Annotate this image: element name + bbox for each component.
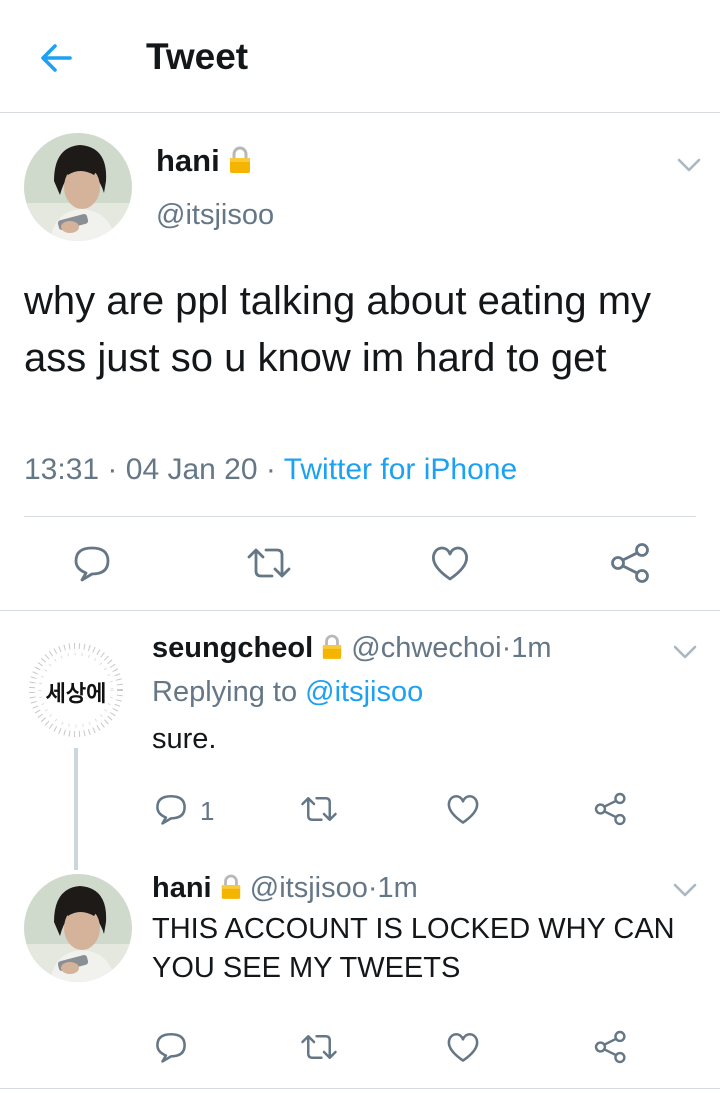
retweet-button[interactable] (246, 543, 292, 583)
avatar[interactable] (24, 874, 132, 982)
heart-icon (447, 1032, 479, 1062)
author-handle[interactable]: @itsjisoo (156, 199, 274, 232)
share-icon (594, 1030, 626, 1064)
divider (24, 516, 696, 517)
author-name-row: hani (156, 143, 252, 179)
avatar[interactable] (24, 133, 132, 241)
share-icon (594, 792, 626, 826)
arrow-left-icon (41, 44, 72, 72)
reply-count: 1 (200, 796, 215, 826)
meta-separator: · (107, 453, 118, 486)
replying-to-handle[interactable]: @itsjisoo (305, 676, 423, 708)
tweet-meta: 13:31 · 04 Jan 20 · Twitter for iPhone (24, 453, 517, 487)
reply-button[interactable] (154, 792, 188, 826)
author-name[interactable]: hani (156, 143, 220, 178)
page-title: Tweet (146, 36, 249, 77)
meta-separator: · (265, 453, 276, 486)
back-button[interactable] (36, 38, 76, 78)
retweet-button[interactable] (300, 1030, 338, 1064)
reply-text: THIS ACCOUNT IS LOCKED WHY CAN YOU SEE M… (152, 913, 675, 984)
reply-icon (156, 1032, 186, 1063)
thread-connector (74, 748, 78, 870)
reply-icon (74, 546, 110, 582)
reply-button[interactable] (154, 1030, 188, 1064)
meta-separator: · (501, 632, 512, 664)
share-icon (611, 543, 649, 583)
meta-separator: · (367, 872, 378, 904)
like-button[interactable] (446, 1030, 480, 1064)
reply-button[interactable] (72, 543, 112, 583)
avatar[interactable]: 세상에 (24, 638, 128, 742)
retweet-button[interactable] (300, 792, 338, 826)
avatar-text: 세상에 (45, 681, 107, 706)
retweet-icon (301, 1035, 337, 1059)
lock-icon (230, 146, 251, 173)
top-bar: Tweet (0, 0, 720, 113)
like-button[interactable] (430, 543, 470, 583)
share-button[interactable] (594, 792, 628, 826)
chevron-down-icon[interactable] (672, 882, 698, 898)
reply-header: seungcheol @chwechoi·1m (152, 632, 552, 665)
reply-icon (156, 794, 186, 825)
share-button[interactable] (594, 1030, 628, 1064)
tweet-text: why are ppl talking about eating my ass … (24, 279, 652, 380)
author-name[interactable]: seungcheol (152, 632, 313, 664)
heart-icon (447, 794, 479, 824)
author-handle[interactable]: @chwechoi (351, 632, 501, 664)
main-tweet: hani @itsjisoo why are ppl talking about… (0, 113, 720, 611)
reply-age: 1m (377, 872, 418, 904)
chevron-down-icon[interactable] (676, 157, 702, 173)
retweet-icon (247, 548, 291, 578)
reply-age: 1m (511, 632, 552, 664)
lock-icon (221, 874, 240, 899)
share-button[interactable] (610, 543, 652, 583)
tweet-date: 04 Jan 20 (125, 453, 258, 486)
author-handle[interactable]: @itsjisoo (250, 872, 368, 904)
heart-icon (432, 546, 468, 581)
author-name[interactable]: hani (152, 872, 212, 904)
lock-icon (323, 634, 342, 659)
divider (0, 1088, 720, 1089)
tweet-time: 13:31 (24, 453, 100, 486)
like-button[interactable] (446, 792, 480, 826)
replying-to-label: Replying to (152, 676, 298, 708)
chevron-down-icon[interactable] (672, 644, 698, 660)
replying-to: Replying to @itsjisoo (152, 676, 423, 709)
tweet-source-link[interactable]: Twitter for iPhone (284, 453, 517, 486)
reply-header: hani @itsjisoo·1m (152, 872, 418, 905)
retweet-icon (301, 797, 337, 821)
reply-text: sure. (152, 723, 217, 755)
